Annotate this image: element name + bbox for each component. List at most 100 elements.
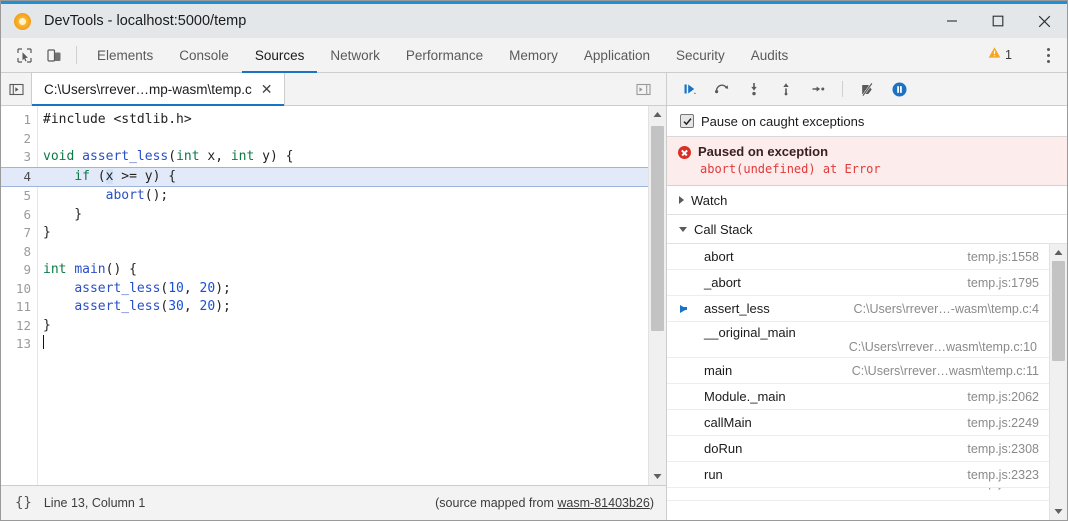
exception-detail: abort(undefined) at Error — [698, 162, 881, 176]
call-stack-section-header[interactable]: Call Stack — [667, 215, 1067, 244]
line-number[interactable]: 7 — [1, 224, 37, 243]
pause-on-caught-exceptions-row[interactable]: Pause on caught exceptions — [667, 106, 1067, 137]
maximize-button[interactable] — [975, 4, 1021, 38]
pause-on-caught-checkbox[interactable] — [680, 114, 694, 128]
call-stack-frame[interactable]: Calltemp.js:2324 — [667, 488, 1049, 501]
line-content: if (x >= y) { — [37, 168, 176, 187]
line-number[interactable]: 9 — [1, 261, 37, 280]
scroll-down-arrow-icon[interactable] — [649, 468, 666, 485]
line-number[interactable]: 4 — [1, 168, 37, 187]
pretty-print-button[interactable]: {} — [1, 495, 44, 511]
call-stack-frame[interactable]: callMaintemp.js:2249 — [667, 410, 1049, 436]
line-number[interactable]: 3 — [1, 148, 37, 167]
pause-on-exceptions-button[interactable] — [884, 73, 914, 105]
editor-line[interactable]: 4 if (x >= y) { — [1, 167, 648, 188]
line-number[interactable]: 11 — [1, 298, 37, 317]
code-token: >= y) { — [113, 169, 176, 184]
inspect-cursor-icon[interactable] — [9, 38, 39, 72]
call-stack-scrollbar-thumb[interactable] — [1052, 261, 1065, 361]
tab-console[interactable]: Console — [166, 38, 242, 72]
line-number[interactable]: 5 — [1, 187, 37, 206]
tab-security[interactable]: Security — [663, 38, 738, 72]
step-out-button[interactable] — [771, 73, 801, 105]
call-stack-scrollbar[interactable] — [1049, 244, 1067, 520]
call-stack-frame[interactable]: assert_lessC:\Users\rrever…-wasm\temp.c:… — [667, 296, 1049, 322]
editor-lines: 1 #include <stdlib.h> 23void assert_less(i… — [1, 106, 648, 354]
line-number[interactable]: 1 — [1, 111, 37, 130]
call-stack-frame[interactable]: Module._maintemp.js:2062 — [667, 384, 1049, 410]
show-navigator-icon[interactable] — [1, 73, 31, 105]
call-stack-frame[interactable]: runtemp.js:2323 — [667, 462, 1049, 488]
call-stack-frame[interactable]: doRuntemp.js:2308 — [667, 436, 1049, 462]
close-button[interactable] — [1021, 4, 1067, 38]
editor-scrollbar[interactable] — [648, 106, 666, 485]
code-token: ( — [168, 149, 176, 164]
frame-location: temp.js:2308 — [957, 442, 1039, 456]
code-editor[interactable]: 1 #include <stdlib.h> 23void assert_less(i… — [1, 106, 648, 485]
code-token: (); — [145, 188, 168, 203]
editor-line[interactable]: 3void assert_less(int x, int y) { — [1, 148, 648, 167]
line-number[interactable]: 8 — [1, 243, 37, 262]
stack-scroll-down-arrow-icon[interactable] — [1050, 503, 1067, 520]
code-token: if — [74, 169, 90, 184]
watch-section-header[interactable]: Watch — [667, 186, 1067, 215]
line-number[interactable]: 12 — [1, 317, 37, 336]
error-circle-icon — [678, 146, 691, 159]
code-token: #include <stdlib.h> — [43, 112, 192, 127]
editor-line[interactable]: 6 } — [1, 206, 648, 225]
tab-sources[interactable]: Sources — [242, 38, 318, 72]
editor-line[interactable]: 7} — [1, 224, 648, 243]
editor-line[interactable]: 2 — [1, 130, 648, 149]
tab-memory[interactable]: Memory — [496, 38, 571, 72]
call-stack-frame[interactable]: mainC:\Users\rrever…wasm\temp.c:11 — [667, 358, 1049, 384]
more-options-icon[interactable] — [1035, 48, 1061, 63]
line-number[interactable]: 6 — [1, 206, 37, 225]
device-toolbar-icon[interactable] — [39, 38, 69, 72]
scroll-up-arrow-icon[interactable] — [649, 106, 666, 123]
step-over-button[interactable] — [707, 73, 737, 105]
debug-controls-divider — [842, 81, 843, 97]
editor-line[interactable]: 9int main() { — [1, 261, 648, 280]
tab-performance[interactable]: Performance — [393, 38, 496, 72]
close-icon[interactable]: ✕ — [261, 82, 273, 96]
call-stack-frame[interactable]: _aborttemp.js:1795 — [667, 270, 1049, 296]
minimize-button[interactable] — [929, 4, 975, 38]
tab-audits[interactable]: Audits — [738, 38, 802, 72]
stack-scroll-up-arrow-icon[interactable] — [1050, 244, 1067, 261]
line-number[interactable]: 2 — [1, 130, 37, 149]
editor-line[interactable]: 5 abort(); — [1, 187, 648, 206]
source-map-link[interactable]: wasm-81403b26 — [557, 496, 649, 510]
code-token: ); — [215, 299, 231, 314]
editor-line[interactable]: 10 assert_less(10, 20); — [1, 280, 648, 299]
text-caret — [43, 335, 44, 349]
editor-scrollbar-thumb[interactable] — [651, 126, 664, 331]
code-token: assert_less — [74, 299, 160, 314]
call-stack-frame[interactable]: aborttemp.js:1558 — [667, 244, 1049, 270]
paused-on-exception-banner: Paused on exception abort(undefined) at … — [667, 137, 1067, 186]
step-into-button[interactable] — [739, 73, 769, 105]
editor-line[interactable]: 12} — [1, 317, 648, 336]
editor-line[interactable]: 1 #include <stdlib.h> — [1, 111, 648, 130]
call-stack-frame[interactable]: __original_mainC:\Users\rrever…wasm\temp… — [667, 322, 1049, 358]
step-button[interactable] — [803, 73, 833, 105]
tab-elements[interactable]: Elements — [84, 38, 166, 72]
line-number[interactable]: 10 — [1, 280, 37, 299]
cursor-position: Line 13, Column 1 — [44, 496, 145, 510]
editor-line[interactable]: 8 — [1, 243, 648, 262]
tab-network[interactable]: Network — [317, 38, 393, 72]
frame-function-name: abort — [679, 249, 734, 264]
line-number[interactable]: 13 — [1, 335, 37, 354]
editor-line[interactable]: 11 assert_less(30, 20); — [1, 298, 648, 317]
file-tab-temp-c[interactable]: C:\Users\rrever…mp-wasm\temp.c ✕ — [31, 73, 285, 105]
warning-badge[interactable]: 1 — [980, 46, 1020, 64]
show-debugger-icon[interactable] — [628, 82, 658, 97]
resume-button[interactable] — [675, 73, 705, 105]
deactivate-breakpoints-button[interactable] — [852, 73, 882, 105]
code-token: x, — [200, 149, 231, 164]
code-token: 20 — [200, 299, 216, 314]
chevron-right-icon — [679, 196, 684, 204]
editor-line[interactable]: 13 — [1, 335, 648, 354]
tab-application[interactable]: Application — [571, 38, 663, 72]
code-token: main — [74, 262, 105, 277]
code-token — [43, 188, 106, 203]
